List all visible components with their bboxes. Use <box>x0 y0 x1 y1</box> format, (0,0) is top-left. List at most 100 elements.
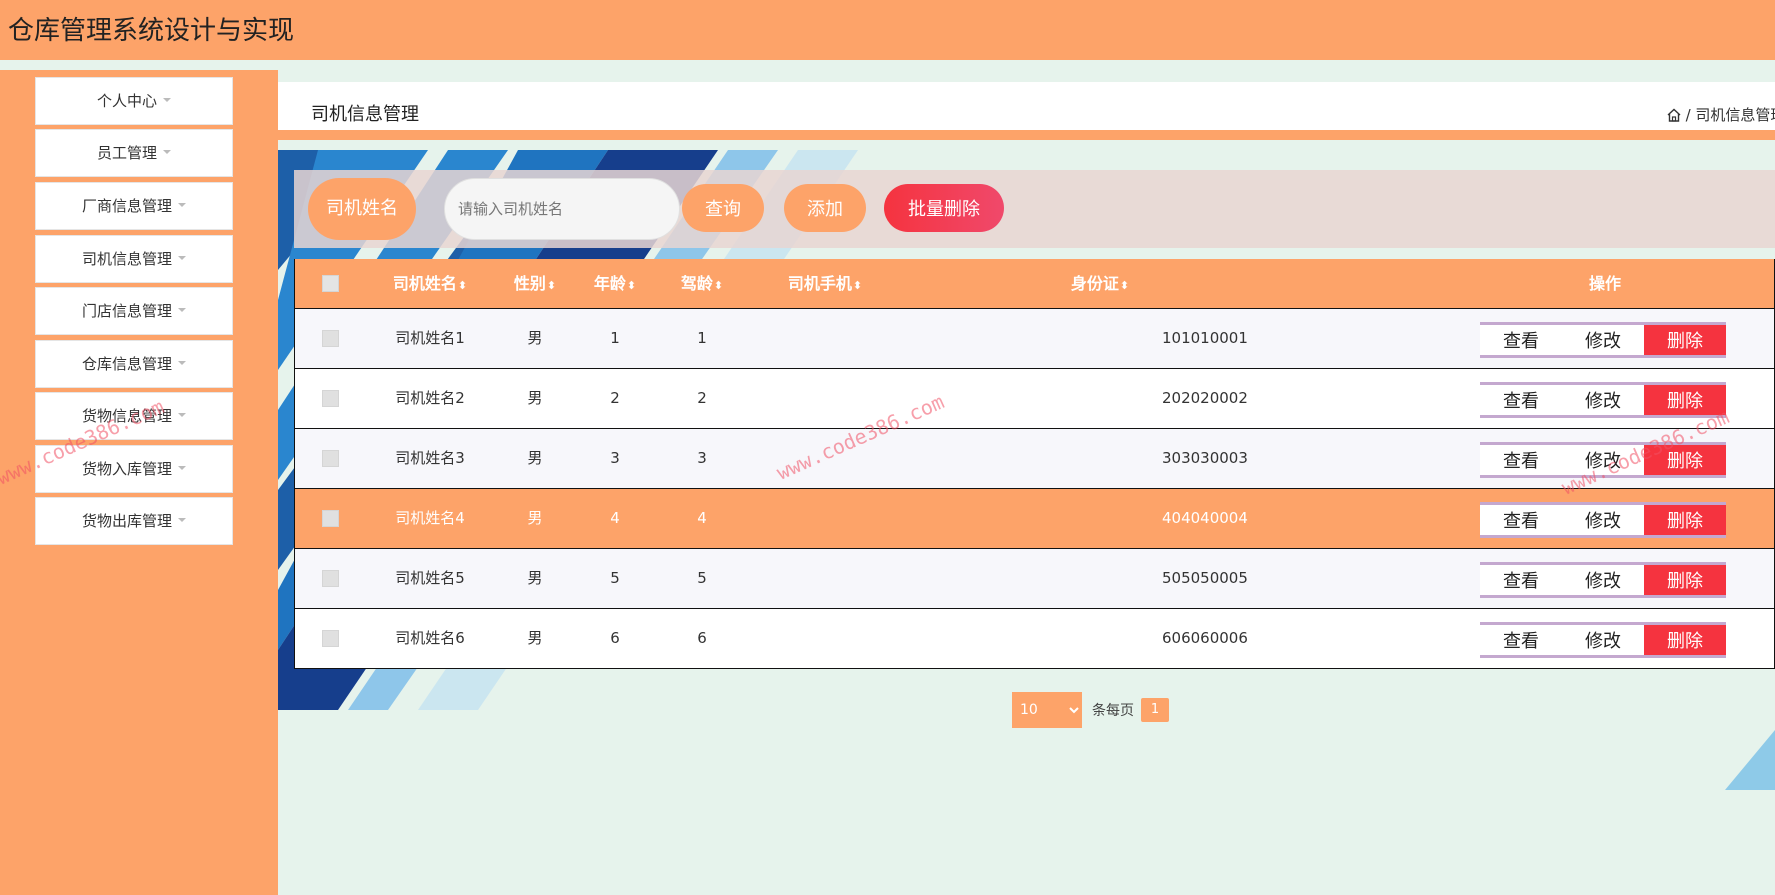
view-button[interactable]: 查看 <box>1480 562 1562 598</box>
sort-icon: ⬍ <box>713 279 724 292</box>
table-row[interactable]: 司机姓名1 男 1 1 101010001 查看 修改 删除 <box>295 308 1774 368</box>
sidebar-item-label: 仓库信息管理 <box>81 355 172 373</box>
delete-button[interactable]: 删除 <box>1644 502 1726 538</box>
row-checkbox[interactable] <box>322 570 339 587</box>
cell-id-card: 404040004 <box>1162 509 1248 527</box>
cell-name: 司机姓名1 <box>395 329 465 347</box>
caret-down-icon <box>178 255 186 260</box>
edit-button[interactable]: 修改 <box>1562 382 1644 418</box>
caret-down-icon <box>163 149 171 154</box>
page-size-select[interactable]: 10 <box>1012 692 1082 728</box>
cell-gender: 男 <box>527 629 543 647</box>
drivers-table: 司机姓名⬍ 性别⬍ 年龄⬍ 驾龄⬍ 司机手机⬍ 身份证⬍ 操作 司机姓名1 男 … <box>294 259 1775 669</box>
column-header-phone[interactable]: 司机手机⬍ <box>765 259 885 308</box>
app-title: 仓库管理系统设计与实现 <box>8 16 295 46</box>
cell-id-card: 101010001 <box>1162 329 1248 347</box>
column-header-age[interactable]: 年龄⬍ <box>585 259 645 308</box>
search-bar: 司机姓名 查询 添加 批量删除 <box>294 170 1775 248</box>
page-title: 司机信息管理 <box>311 104 419 125</box>
sort-icon: ⬍ <box>1119 279 1130 292</box>
table-header: 司机姓名⬍ 性别⬍ 年龄⬍ 驾龄⬍ 司机手机⬍ 身份证⬍ 操作 <box>295 259 1774 308</box>
cell-phone <box>765 609 885 668</box>
edit-button[interactable]: 修改 <box>1562 502 1644 538</box>
cell-gender: 男 <box>527 449 543 467</box>
edit-button[interactable]: 修改 <box>1562 562 1644 598</box>
delete-button[interactable]: 删除 <box>1644 562 1726 598</box>
column-header-driving-years[interactable]: 驾龄⬍ <box>672 259 732 308</box>
home-icon[interactable] <box>1667 108 1681 126</box>
sidebar-item-personal-center[interactable]: 个人中心 <box>35 77 233 125</box>
sort-icon: ⬍ <box>546 279 557 292</box>
table-row-highlighted[interactable]: 司机姓名4 男 4 4 404040004 查看 修改 删除 <box>295 488 1774 548</box>
edit-button[interactable]: 修改 <box>1562 442 1644 478</box>
cell-driving-years: 4 <box>697 509 707 527</box>
caret-down-icon <box>178 412 186 417</box>
table-row[interactable]: 司机姓名2 男 2 2 202020002 查看 修改 删除 <box>295 368 1774 428</box>
top-bar: 仓库管理系统设计与实现 <box>0 0 1775 60</box>
row-checkbox[interactable] <box>322 330 339 347</box>
delete-button[interactable]: 删除 <box>1644 322 1726 358</box>
caret-down-icon <box>178 202 186 207</box>
view-button[interactable]: 查看 <box>1480 502 1562 538</box>
row-checkbox[interactable] <box>322 630 339 647</box>
sidebar-item-employees[interactable]: 员工管理 <box>35 129 233 177</box>
table-row[interactable]: 司机姓名6 男 6 6 606060006 查看 修改 删除 <box>295 608 1774 668</box>
cell-id-card: 303030003 <box>1162 449 1248 467</box>
sidebar-item-goods[interactable]: 货物信息管理 <box>35 392 233 440</box>
sidebar-item-label: 货物信息管理 <box>81 407 172 425</box>
pagination: 10 条每页 1 <box>1012 692 1169 728</box>
column-header-gender[interactable]: 性别⬍ <box>500 259 570 308</box>
page-number-button[interactable]: 1 <box>1141 698 1169 722</box>
sidebar-item-label: 厂商信息管理 <box>81 197 172 215</box>
cell-driving-years: 2 <box>697 389 707 407</box>
row-checkbox[interactable] <box>322 510 339 527</box>
cell-gender: 男 <box>527 329 543 347</box>
search-input[interactable] <box>444 178 680 240</box>
sidebar-item-vendors[interactable]: 厂商信息管理 <box>35 182 233 230</box>
add-button[interactable]: 添加 <box>784 184 866 232</box>
cell-driving-years: 5 <box>697 569 707 587</box>
cell-age: 3 <box>610 449 620 467</box>
sidebar: 个人中心 员工管理 厂商信息管理 司机信息管理 门店信息管理 仓库信息管理 货物… <box>0 70 278 895</box>
sidebar-item-label: 个人中心 <box>96 92 157 110</box>
view-button[interactable]: 查看 <box>1480 442 1562 478</box>
cell-age: 5 <box>610 569 620 587</box>
row-checkbox[interactable] <box>322 390 339 407</box>
delete-button[interactable]: 删除 <box>1644 382 1726 418</box>
caret-down-icon <box>178 360 186 365</box>
caret-down-icon <box>178 465 186 470</box>
batch-delete-button[interactable]: 批量删除 <box>884 184 1004 232</box>
cell-gender: 男 <box>527 509 543 527</box>
sidebar-item-goods-outbound[interactable]: 货物出库管理 <box>35 497 233 545</box>
delete-button[interactable]: 删除 <box>1644 622 1726 658</box>
sidebar-item-label: 司机信息管理 <box>81 250 172 268</box>
query-button[interactable]: 查询 <box>682 184 764 232</box>
sidebar-item-stores[interactable]: 门店信息管理 <box>35 287 233 335</box>
main-content: 司机信息管理 / 司机信息管理 / 司 司机姓名 查询 添加 批量删除 司机姓名… <box>278 70 1775 895</box>
view-button[interactable]: 查看 <box>1480 382 1562 418</box>
search-field-label: 司机姓名 <box>308 178 416 240</box>
select-all-checkbox[interactable] <box>322 275 339 292</box>
cell-name: 司机姓名3 <box>395 449 465 467</box>
cell-name: 司机姓名6 <box>395 629 465 647</box>
view-button[interactable]: 查看 <box>1480 322 1562 358</box>
column-header-name[interactable]: 司机姓名⬍ <box>380 259 480 308</box>
view-button[interactable]: 查看 <box>1480 622 1562 658</box>
edit-button[interactable]: 修改 <box>1562 622 1644 658</box>
table-row[interactable]: 司机姓名5 男 5 5 505050005 查看 修改 删除 <box>295 548 1774 608</box>
sidebar-item-warehouses[interactable]: 仓库信息管理 <box>35 340 233 388</box>
cell-id-card: 202020002 <box>1162 389 1248 407</box>
breadcrumb-trail[interactable]: / 司机信息管理 / 司 <box>1686 106 1775 124</box>
delete-button[interactable]: 删除 <box>1644 442 1726 478</box>
cell-age: 1 <box>610 329 620 347</box>
edit-button[interactable]: 修改 <box>1562 322 1644 358</box>
table-row[interactable]: 司机姓名3 男 3 3 303030003 查看 修改 删除 <box>295 428 1774 488</box>
cell-name: 司机姓名2 <box>395 389 465 407</box>
sidebar-item-goods-inbound[interactable]: 货物入库管理 <box>35 445 233 493</box>
column-header-id-card[interactable]: 身份证⬍ <box>1050 259 1150 308</box>
sort-icon: ⬍ <box>852 279 863 292</box>
cell-gender: 男 <box>527 569 543 587</box>
row-checkbox[interactable] <box>322 450 339 467</box>
cell-id-card: 505050005 <box>1162 569 1248 587</box>
sidebar-item-drivers[interactable]: 司机信息管理 <box>35 235 233 283</box>
